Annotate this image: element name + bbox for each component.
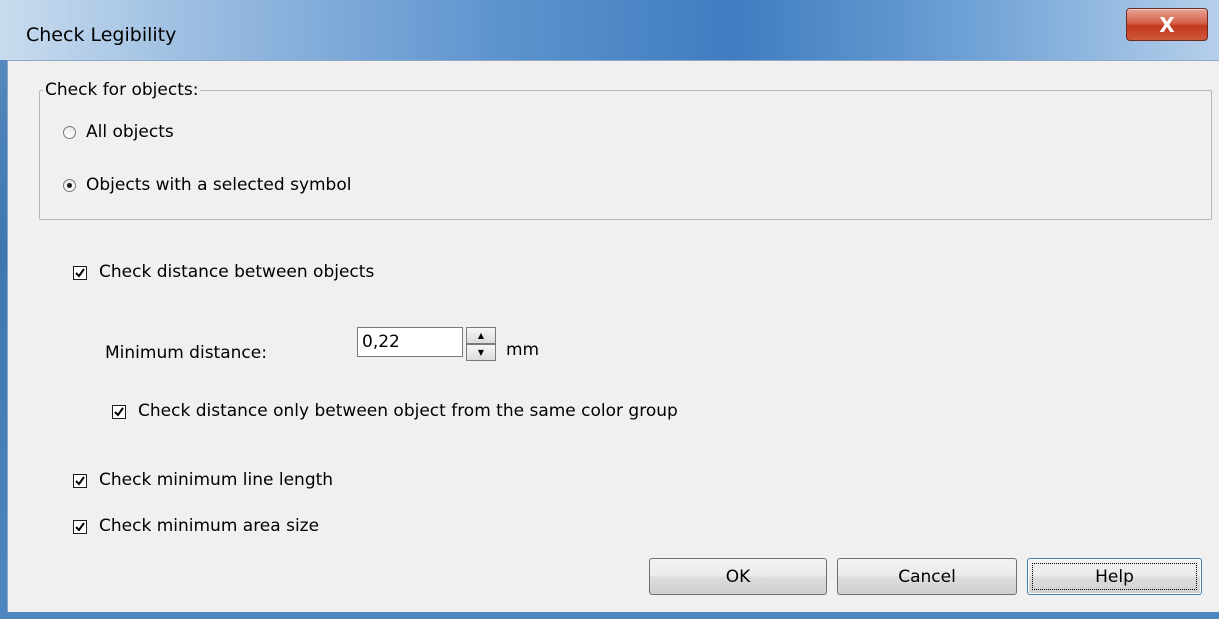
min-distance-unit: mm [506,340,540,360]
spin-down-button[interactable]: ▼ [466,344,496,361]
ok-button-label: OK [725,566,751,587]
min-area-size-label[interactable]: Check minimum area size [99,516,319,536]
spin-up-button[interactable]: ▲ [466,327,496,344]
dialog-window: Check Legibility X Check for objects: Al… [0,0,1219,619]
group-legend: Check for objects: [43,80,201,100]
check-distance-checkbox[interactable] [73,266,87,280]
checkmark-icon [75,476,85,486]
min-distance-label: Minimum distance: [105,343,267,363]
focus-rectangle [1032,563,1197,590]
close-icon: X [1159,12,1175,37]
checkmark-icon [75,522,85,532]
radio-all-objects[interactable] [63,126,76,139]
min-line-length-label[interactable]: Check minimum line length [99,470,333,490]
arrow-up-icon: ▲ [477,330,485,340]
cancel-button-label: Cancel [898,566,956,587]
cancel-button[interactable]: Cancel [837,558,1017,595]
radio-selected-symbol[interactable] [63,179,76,192]
radio-selected-symbol-label[interactable]: Objects with a selected symbol [86,175,351,195]
same-color-group-checkbox[interactable] [112,405,126,419]
min-distance-input[interactable] [357,327,463,357]
help-button[interactable]: Help [1027,558,1202,595]
ok-button[interactable]: OK [649,558,827,595]
check-distance-label[interactable]: Check distance between objects [99,262,374,282]
close-button[interactable]: X [1126,8,1208,41]
title-bar[interactable]: Check Legibility X [0,0,1219,60]
min-area-size-checkbox[interactable] [73,520,87,534]
dialog-body: Check for objects: All objects Objects w… [7,60,1219,612]
min-line-length-checkbox[interactable] [73,474,87,488]
check-for-objects-group: Check for objects: [39,80,1212,220]
min-distance-spinner[interactable]: ▲ ▼ [466,327,496,362]
window-title: Check Legibility [26,24,177,46]
arrow-down-icon: ▼ [477,347,485,357]
radio-all-objects-label[interactable]: All objects [86,122,174,142]
same-color-group-label[interactable]: Check distance only between object from … [138,401,678,421]
checkmark-icon [75,268,85,278]
checkmark-icon [114,407,124,417]
